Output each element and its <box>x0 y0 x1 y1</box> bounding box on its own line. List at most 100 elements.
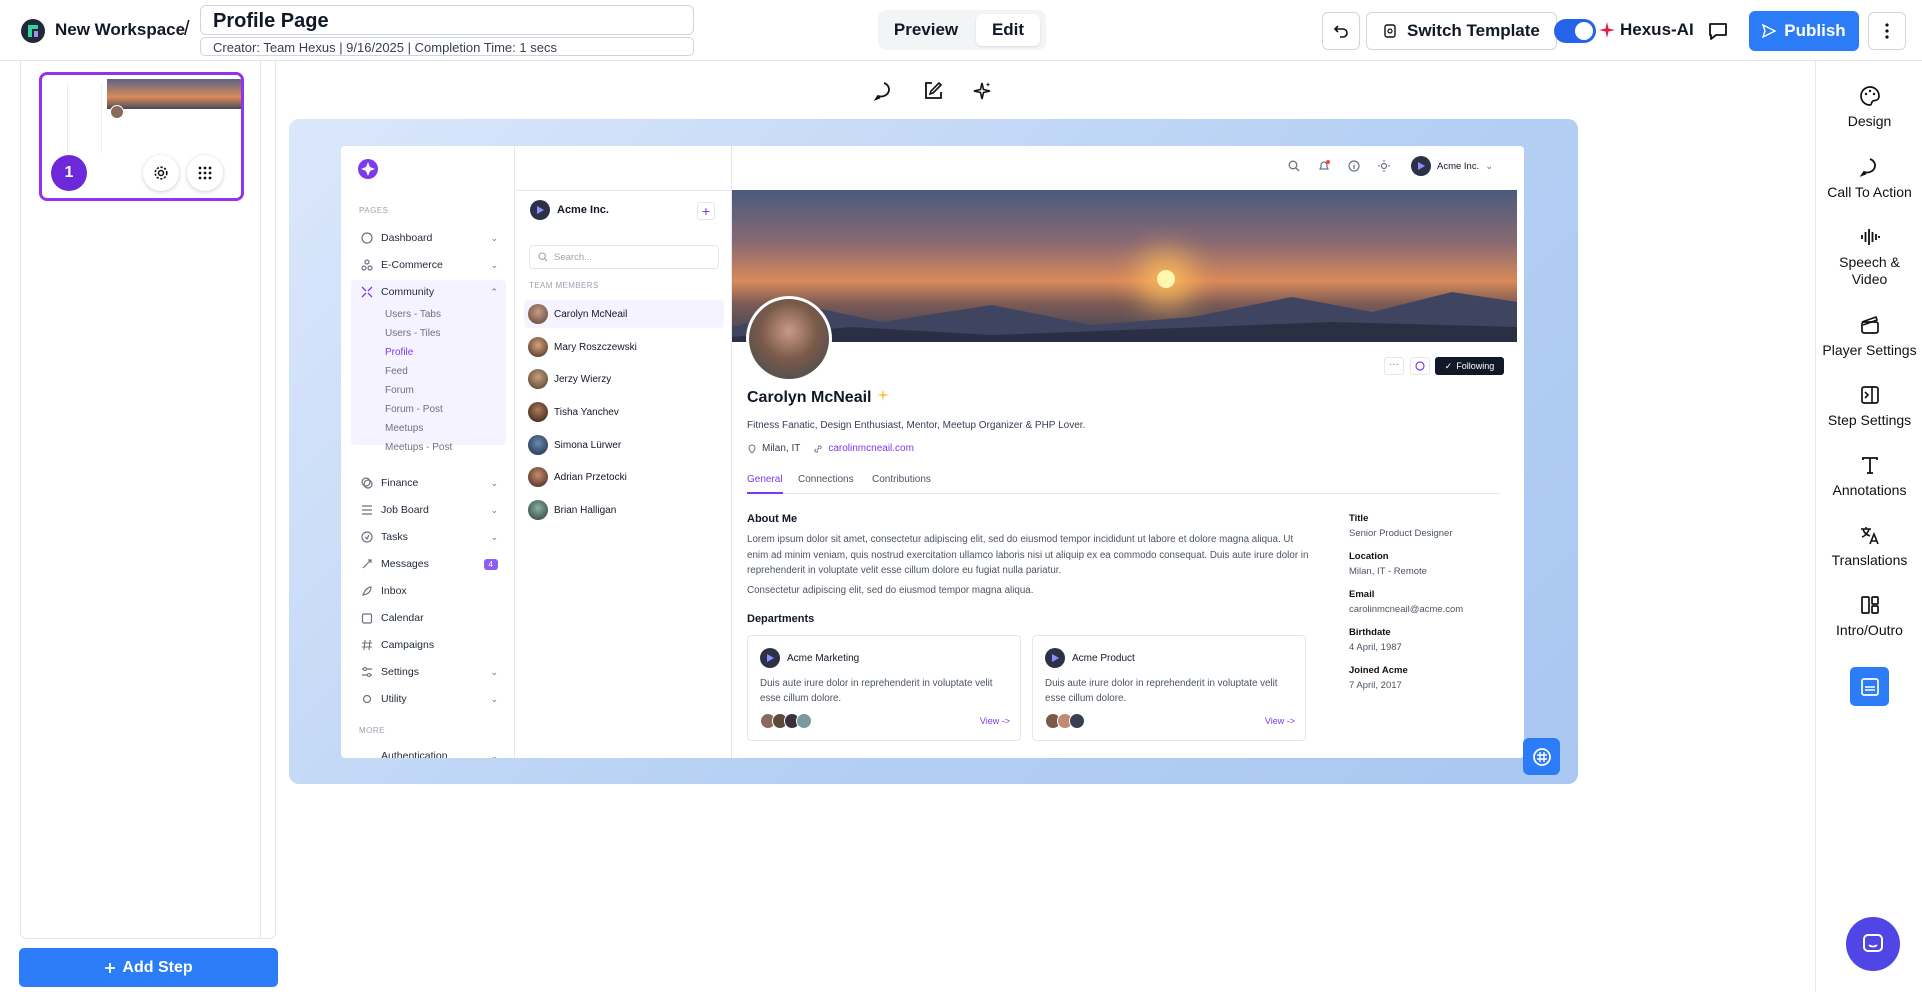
preview-tab[interactable]: Preview <box>882 14 970 46</box>
member-search-input[interactable]: Search... <box>529 245 719 269</box>
more-menu-button[interactable] <box>1868 12 1906 50</box>
panel-right-icon <box>1860 386 1879 404</box>
rail-call-to-action[interactable]: Call To Action <box>1816 156 1922 200</box>
org-header: Acme Inc. <box>530 200 609 220</box>
breadcrumb-separator: / <box>184 18 190 40</box>
edit-tool-icon[interactable] <box>922 80 944 102</box>
tasks-icon <box>361 531 373 543</box>
publish-label: Publish <box>1784 21 1846 40</box>
tab-contributions[interactable]: Contributions <box>872 474 931 485</box>
undo-button[interactable] <box>1322 12 1360 50</box>
member-row[interactable]: Simona Lürwer <box>524 431 724 459</box>
nav-item-community[interactable]: Community ⌃ <box>351 280 506 304</box>
departments-heading: Departments <box>747 613 815 625</box>
publish-button[interactable]: Publish <box>1749 11 1859 51</box>
department-card[interactable]: Acme Product Duis aute irure dolor in re… <box>1032 635 1306 741</box>
hexus-logo-icon[interactable] <box>20 18 46 44</box>
clapperboard-icon <box>1860 315 1879 334</box>
member-name: Jerzy Wierzy <box>554 373 612 385</box>
member-row[interactable]: Mary Roszczewski <box>524 333 724 361</box>
more-options-button[interactable]: ··· <box>1384 357 1404 375</box>
department-view-link[interactable]: View -> <box>980 716 1010 726</box>
search-placeholder: Search... <box>554 251 593 263</box>
rail-player-settings[interactable]: Player Settings <box>1816 314 1922 358</box>
hexus-canvas-button[interactable] <box>1523 738 1560 775</box>
avatar <box>528 337 548 357</box>
member-row[interactable]: Jerzy Wierzy <box>524 365 724 393</box>
message-button[interactable] <box>1410 357 1430 375</box>
member-row[interactable]: Adrian Przetocki <box>524 463 724 491</box>
rail-step-settings[interactable]: Step Settings <box>1816 384 1922 428</box>
edit-tab[interactable]: Edit <box>976 14 1040 46</box>
comment-icon[interactable] <box>1707 20 1729 42</box>
step-number-badge[interactable]: 1 <box>51 155 87 191</box>
tab-connections[interactable]: Connections <box>798 474 854 485</box>
following-button[interactable]: ✓ Following <box>1435 357 1504 375</box>
profile-website-link[interactable]: carolinmcneail.com <box>828 443 914 454</box>
inbox-icon <box>362 586 372 596</box>
nav-item-dashboard[interactable]: Dashboard ⌄ <box>351 226 506 250</box>
detail-label: Joined Acme <box>1349 665 1408 676</box>
page-title-input[interactable]: Profile Page <box>200 5 694 35</box>
nav-item-authentication[interactable]: Authentication ⌄ <box>351 744 506 758</box>
hexus-ai-toggle[interactable] <box>1554 19 1596 43</box>
support-chat-button[interactable] <box>1846 917 1900 971</box>
nav-sub-feed[interactable]: Feed <box>385 366 408 377</box>
list-icon <box>362 505 372 515</box>
rail-label: Step Settings <box>1827 412 1912 428</box>
nav-label: Finance <box>381 477 419 489</box>
comment-tool-icon[interactable] <box>873 80 895 102</box>
nav-sub-users-tabs[interactable]: Users - Tabs <box>385 309 441 320</box>
nav-sub-forum-post[interactable]: Forum - Post <box>385 404 443 415</box>
nav-item-inbox[interactable]: Inbox <box>351 579 506 603</box>
rail-annotations[interactable]: Annotations <box>1816 454 1922 498</box>
nav-item-ecommerce[interactable]: E-Commerce ⌄ <box>351 253 506 277</box>
rail-intro-outro[interactable]: Intro/Outro <box>1816 594 1922 638</box>
nav-sub-users-tiles[interactable]: Users - Tiles <box>385 328 441 339</box>
department-desc: Duis aute irure dolor in reprehenderit i… <box>760 678 993 704</box>
nav-label: Settings <box>381 666 419 678</box>
department-card[interactable]: Acme Marketing Duis aute irure dolor in … <box>747 635 1021 741</box>
template-icon <box>1384 24 1396 38</box>
member-row[interactable]: Tisha Yanchev <box>524 398 724 426</box>
nav-item-messages[interactable]: Messages 4 <box>351 552 506 576</box>
rail-speech-video[interactable]: Speech & Video <box>1816 226 1922 288</box>
step-settings-button[interactable] <box>143 155 179 191</box>
rail-label: Speech & Video <box>1839 254 1900 287</box>
avatar <box>528 369 548 389</box>
department-view-link[interactable]: View -> <box>1265 716 1295 726</box>
rail-active-button[interactable] <box>1850 667 1889 706</box>
nav-item-tasks[interactable]: Tasks ⌄ <box>351 525 506 549</box>
add-step-button[interactable]: Add Step <box>19 948 278 987</box>
search-icon <box>538 252 548 262</box>
sparkle-icon <box>1599 22 1615 38</box>
member-row[interactable]: Brian Halligan <box>524 496 724 524</box>
nav-item-campaigns[interactable]: Campaigns <box>351 633 506 657</box>
page-subtitle-input[interactable]: Creator: Team Hexus | 9/16/2025 | Comple… <box>200 37 694 56</box>
nav-item-settings[interactable]: Settings ⌄ <box>351 660 506 684</box>
member-row[interactable]: Carolyn McNeail <box>524 300 724 328</box>
tab-general[interactable]: General <box>747 474 783 494</box>
nav-sub-meetups-post[interactable]: Meetups - Post <box>385 442 452 453</box>
nav-item-utility[interactable]: Utility ⌄ <box>351 687 506 711</box>
nav-sub-forum[interactable]: Forum <box>385 385 414 396</box>
nav-item-finance[interactable]: Finance ⌄ <box>351 471 506 495</box>
profile-avatar[interactable] <box>746 296 832 382</box>
ai-magic-tool-icon[interactable] <box>971 80 993 102</box>
nav-item-job-board[interactable]: Job Board ⌄ <box>351 498 506 522</box>
community-group <box>351 280 506 445</box>
avatar <box>528 467 548 487</box>
about-heading: About Me <box>747 513 798 525</box>
nav-sub-profile[interactable]: Profile <box>385 347 413 358</box>
rail-label: Annotations <box>1832 482 1907 498</box>
add-member-button[interactable]: + <box>697 202 715 220</box>
rail-translations[interactable]: Translations <box>1816 524 1922 568</box>
rail-design[interactable]: Design <box>1816 85 1922 129</box>
switch-template-button[interactable]: Switch Template <box>1366 12 1557 50</box>
nav-item-calendar[interactable]: Calendar <box>351 606 506 630</box>
nav-sub-meetups[interactable]: Meetups <box>385 423 423 434</box>
step-grid-button[interactable] <box>187 155 223 191</box>
steps-scrollbar[interactable] <box>260 61 276 939</box>
detail-label: Birthdate <box>1349 627 1391 638</box>
workspace-name[interactable]: New Workspace <box>55 20 185 40</box>
